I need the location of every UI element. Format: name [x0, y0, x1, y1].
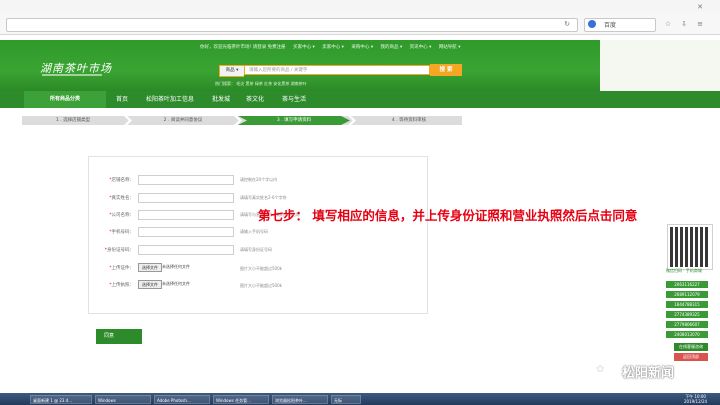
nav-item-processing[interactable]: 松阳茶叶加工信息 — [146, 91, 194, 108]
menu-icon[interactable]: ≡ — [696, 20, 704, 28]
taskbar-item[interactable]: Adobe Photosh... — [154, 395, 210, 404]
taskbar-item[interactable]: 桌面新建 1 @ 23.4... — [30, 395, 92, 404]
agree-button[interactable]: 同意 — [96, 329, 142, 344]
company-name-input[interactable] — [138, 210, 234, 220]
nav-item-wholesale[interactable]: 批发城 — [212, 91, 230, 108]
field-label: *身份证号码： — [104, 248, 134, 253]
wechat-icon: ✿ — [596, 364, 605, 375]
upload-license-filename: 未选择任何文件 — [162, 281, 190, 286]
qr-label: 微信扫码 · 手机商城 — [666, 268, 702, 273]
baidu-logo-icon — [588, 20, 596, 28]
top-link-seller[interactable]: 卖家中心 ▾ — [322, 45, 344, 50]
clock-date: 2019/12/24 — [684, 399, 708, 404]
field-hint: 请填写身份证号码 — [240, 247, 272, 252]
phone-badge[interactable]: 2408013070 — [666, 331, 708, 338]
logo-underline — [42, 74, 102, 76]
search-type-select[interactable]: 商品 ▾ — [219, 65, 244, 77]
top-link-sitenav[interactable]: 网站导航 ▾ — [439, 45, 461, 50]
top-link-news[interactable]: 资讯中心 ▾ — [410, 45, 432, 50]
taskbar-item[interactable]: Windows 任务管... — [213, 395, 269, 404]
nav-all-categories[interactable]: 所有商品分类 — [24, 91, 106, 108]
phone-badge[interactable]: 2689112079 — [666, 291, 708, 298]
step-2: 2 . 阅读并同意协议 — [163, 118, 203, 123]
phone-input[interactable] — [138, 227, 234, 237]
online-service-button[interactable]: 在线客服咨询 — [674, 343, 708, 351]
upload-id-filename: 未选择任何文件 — [162, 264, 190, 269]
search-input[interactable]: 请输入您所要的商品 / 关键字 — [244, 65, 430, 75]
watermark-text: 松阳新闻 — [622, 366, 675, 381]
phone-badge[interactable]: 2779806607 — [666, 321, 708, 328]
top-link-goods[interactable]: 我的商品 ▾ — [381, 45, 403, 50]
field-label: *店铺名称： — [109, 178, 134, 183]
field-hint: 请输入手机号码 — [240, 229, 268, 234]
id-number-input[interactable] — [138, 245, 234, 255]
step-3-current: 3 . 填写申请资料 — [276, 118, 312, 123]
download-icon[interactable]: ⇩ — [680, 20, 688, 28]
phone-badge[interactable]: 2063116227 — [666, 281, 708, 288]
real-name-input[interactable] — [138, 193, 234, 203]
refresh-icon[interactable]: ↻ — [563, 20, 571, 28]
field-hint: 图片大小不能超过500k — [240, 266, 282, 271]
tutorial-annotation: 第七步： 填写相应的信息，并上传身份证照和营业执照然后点击同意 — [258, 208, 638, 223]
main-nav — [0, 91, 720, 108]
top-link-buyer[interactable]: 买家中心 ▾ — [293, 45, 315, 50]
top-links: 你好，欢迎光临茶叶市场! 请登录 免费注册 买家中心 ▾ 卖家中心 ▾ 采购中心… — [200, 44, 467, 50]
browser-tab-strip — [0, 0, 720, 12]
phone-badge[interactable]: 2774389325 — [666, 311, 708, 318]
nav-item-tea-life[interactable]: 茶与生活 — [282, 91, 306, 108]
taskbar-item[interactable]: 浏览器松阳茶叶... — [272, 395, 328, 404]
qr-code — [668, 225, 712, 269]
phone-badge[interactable]: 1844788315 — [666, 301, 708, 308]
taskbar-clock[interactable]: 下午 10:00 2019/12/24 — [684, 394, 707, 404]
nav-item-tea-culture[interactable]: 茶文化 — [246, 91, 264, 108]
field-label: *真实姓名： — [109, 196, 134, 201]
step-4: 4 . 等待资料审核 — [391, 118, 427, 123]
field-hint: 请填写真实姓名2-6个字符 — [240, 195, 287, 200]
field-label: *手机号码： — [109, 230, 134, 235]
top-link-welcome[interactable]: 你好，欢迎光临茶叶市场! 请登录 免费注册 — [200, 45, 286, 50]
taskbar-item[interactable]: 无标 — [331, 395, 361, 404]
field-label: *公司名称： — [109, 213, 134, 218]
nav-item-home[interactable]: 首页 — [116, 91, 128, 108]
top-link-purchase[interactable]: 采购中心 ▾ — [351, 45, 373, 50]
step-1: 1 . 选择店铺类型 — [55, 118, 91, 123]
field-label: *上传执照： — [109, 283, 134, 288]
star-icon[interactable]: ☆ — [664, 20, 672, 28]
field-hint: 图片大小不能超过500k — [240, 283, 282, 288]
close-icon[interactable]: ✕ — [696, 3, 704, 11]
search-button[interactable]: 搜 索 — [430, 64, 462, 76]
address-bar[interactable] — [6, 18, 578, 32]
upload-license-button[interactable]: 选择文件 — [138, 280, 162, 289]
shop-name-input[interactable] — [138, 175, 234, 185]
header-right-bg — [600, 40, 720, 91]
upload-id-button[interactable]: 选择文件 — [138, 263, 162, 272]
back-to-top-button[interactable]: 返回顶部 — [674, 353, 708, 361]
field-label: *上传证件： — [109, 266, 134, 271]
taskbar-item[interactable]: Windows — [95, 395, 151, 404]
hot-keywords[interactable]: 热门搜索： 毛尖 黑茶 绿茶 红茶 安化黑茶 湖南茶叶 — [215, 81, 307, 87]
field-hint: 请控制在20个字以内 — [240, 177, 278, 182]
search-engine-name: 百度 — [604, 22, 617, 29]
